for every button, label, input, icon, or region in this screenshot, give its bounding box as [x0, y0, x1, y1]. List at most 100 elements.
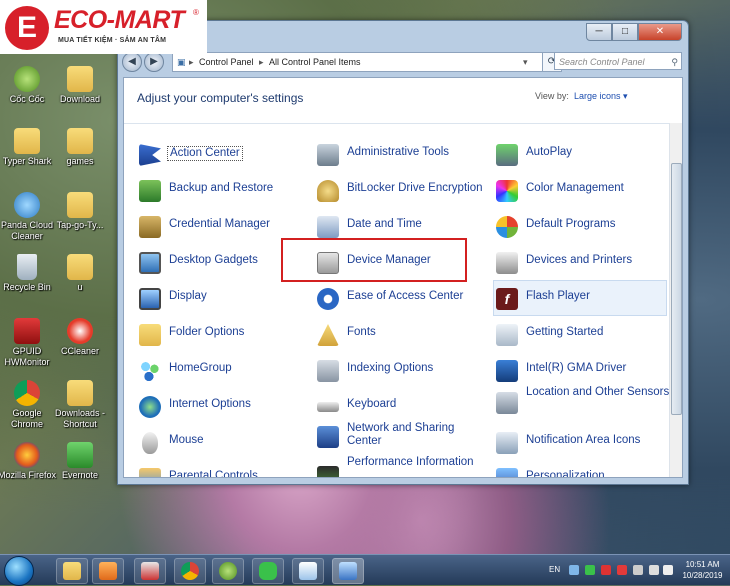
tray-line-icon[interactable] [585, 565, 595, 575]
desktop-icon-recycle-bin[interactable]: Recycle Bin [0, 254, 56, 293]
address-bar[interactable]: ▣ ▸ Control Panel ▸ All Control Panel It… [172, 52, 544, 72]
desktop-icon-tap-go-ty[interactable]: Tap-go-Ty... [51, 192, 109, 231]
close-button[interactable]: ✕ [638, 23, 682, 41]
cp-item-label: Flash Player [526, 290, 590, 302]
desktop-icon-gpuid[interactable]: GPUID HWMonitor [0, 318, 56, 368]
cp-item-label: Notification Area Icons [526, 434, 641, 446]
taskbar-explorer[interactable] [56, 558, 88, 584]
forward-arrow-icon[interactable]: ▶ [144, 52, 164, 72]
tray-unikey-icon[interactable] [601, 565, 611, 575]
cp-item-indexing[interactable]: Indexing Options [317, 356, 487, 386]
cp-item-intel-gma[interactable]: Intel(R) GMA Driver [496, 356, 666, 386]
sensors-icon [496, 392, 518, 414]
cp-item-color-management[interactable]: Color Management [496, 176, 666, 206]
network-icon [317, 426, 339, 448]
coccoc-icon [219, 562, 237, 580]
page-title: Adjust your computer's settings [137, 91, 304, 105]
search-input[interactable]: Search Control Panel ⚲ [554, 52, 682, 70]
cp-item-network-sharing[interactable]: Network and Sharing Center [317, 420, 487, 456]
breadcrumb-all-items[interactable]: All Control Panel Items [269, 53, 361, 71]
back-arrow-icon[interactable]: ◀ [122, 52, 142, 72]
address-dropdown-icon[interactable]: ▾ [523, 53, 528, 71]
cp-item-date-time[interactable]: Date and Time [317, 212, 487, 242]
cp-item-label: Ease of Access Center [347, 290, 464, 302]
cp-item-personalization[interactable]: Personalization [496, 464, 666, 477]
cp-item-devices-printers[interactable]: Devices and Printers [496, 248, 666, 278]
search-icon: ⚲ [671, 57, 678, 67]
cp-item-label: Fonts [347, 326, 376, 338]
eco-mart-logo: E ECO-MART ® MUA TIẾT KIỆM · SẮM AN TÂM [0, 0, 207, 54]
cp-item-desktop-gadgets[interactable]: Desktop Gadgets [139, 248, 309, 278]
desktop-icon-evernote[interactable]: Evernote [51, 442, 109, 481]
cp-item-backup-restore[interactable]: Backup and Restore [139, 176, 309, 206]
taskbar-control-panel[interactable] [332, 558, 364, 584]
cp-item-getting-started[interactable]: Getting Started [496, 320, 666, 350]
clock[interactable]: 10:51 AM 10/28/2019 [675, 559, 730, 581]
taskbar-unikey[interactable] [134, 558, 166, 584]
desktop-icon-download[interactable]: Download [51, 66, 109, 105]
logo-registered: ® [193, 8, 199, 17]
desktop-icon-ccleaner[interactable]: CCleaner [51, 318, 109, 357]
homegroup-icon [139, 360, 161, 382]
evernote-icon [67, 442, 93, 468]
printer-icon [496, 252, 518, 274]
taskbar-paint[interactable] [292, 558, 324, 584]
cp-item-homegroup[interactable]: HomeGroup [139, 356, 309, 386]
volume-icon[interactable] [663, 565, 673, 575]
desktop-icon-chrome[interactable]: Google Chrome [0, 380, 56, 430]
cp-item-parental-controls[interactable]: Parental Controls [139, 464, 309, 477]
vertical-scrollbar[interactable] [669, 123, 682, 477]
cp-item-internet-options[interactable]: Internet Options [139, 392, 309, 422]
cp-item-label: Devices and Printers [526, 254, 633, 266]
tray-antivirus-icon[interactable] [617, 565, 627, 575]
cp-item-label: Personalization [526, 470, 605, 478]
scrollbar-thumb[interactable] [671, 163, 682, 415]
minimize-button[interactable]: ─ [586, 23, 612, 41]
control-panel-icon [339, 562, 357, 580]
hwmonitor-icon [14, 318, 40, 344]
media-player-icon [99, 562, 117, 580]
flag-icon[interactable] [633, 565, 643, 575]
cp-item-location-sensors[interactable]: Location and Other Sensors [496, 384, 669, 420]
desktop-icon-games[interactable]: games [51, 128, 109, 167]
taskbar-coccoc[interactable] [212, 558, 244, 584]
cp-item-label: Intel(R) GMA Driver [526, 362, 627, 374]
cp-item-folder-options[interactable]: Folder Options [139, 320, 309, 350]
cp-item-performance[interactable]: Performance Information [317, 456, 487, 477]
cp-item-mouse[interactable]: Mouse [139, 428, 309, 458]
view-by-dropdown[interactable]: Large icons ▾ [574, 91, 628, 102]
desktop-icon-typer-shark[interactable]: Typer Shark [0, 128, 56, 167]
maximize-button[interactable]: □ [612, 23, 638, 41]
logo-name: ECO-MART [54, 6, 185, 34]
cp-item-label: Device Manager [347, 254, 431, 266]
start-button[interactable] [4, 556, 34, 586]
breadcrumb-control-panel[interactable]: Control Panel [199, 53, 254, 71]
cp-item-device-manager[interactable]: Device Manager [317, 248, 487, 278]
network-icon[interactable] [649, 565, 659, 575]
cp-item-label: Date and Time [347, 218, 422, 230]
cp-item-admin-tools[interactable]: Administrative Tools [317, 140, 487, 170]
cp-item-flash-player[interactable]: f Flash Player [496, 284, 666, 314]
desktop-icon-u[interactable]: u [51, 254, 109, 293]
cp-item-action-center[interactable]: Action Center [139, 140, 309, 170]
cp-item-credential-manager[interactable]: Credential Manager [139, 212, 309, 242]
cp-item-default-programs[interactable]: Default Programs [496, 212, 666, 242]
tray-app-icon[interactable] [569, 565, 579, 575]
taskbar-chrome[interactable] [174, 558, 206, 584]
desktop-icon-downloads-shortcut[interactable]: Downloads - Shortcut [51, 380, 109, 430]
desktop-icon-firefox[interactable]: Mozilla Firefox [0, 442, 56, 481]
desktop-icon-panda-cloud[interactable]: Panda Cloud Cleaner [0, 192, 56, 242]
cp-item-autoplay[interactable]: AutoPlay [496, 140, 666, 170]
cp-item-display[interactable]: Display [139, 284, 309, 314]
taskbar-media[interactable] [92, 558, 124, 584]
cp-item-ease-of-access[interactable]: Ease of Access Center [317, 284, 487, 314]
cp-item-fonts[interactable]: Fonts [317, 320, 487, 350]
key-icon [317, 180, 339, 202]
cp-item-keyboard[interactable]: Keyboard [317, 392, 487, 422]
desktop-icon-coccoc[interactable]: Cốc Cốc [0, 66, 56, 105]
panda-icon [14, 192, 40, 218]
taskbar-line[interactable] [252, 558, 284, 584]
cp-item-bitlocker[interactable]: BitLocker Drive Encryption [317, 176, 487, 206]
cp-item-notification-icons[interactable]: Notification Area Icons [496, 428, 666, 458]
language-indicator[interactable]: EN [549, 565, 560, 574]
